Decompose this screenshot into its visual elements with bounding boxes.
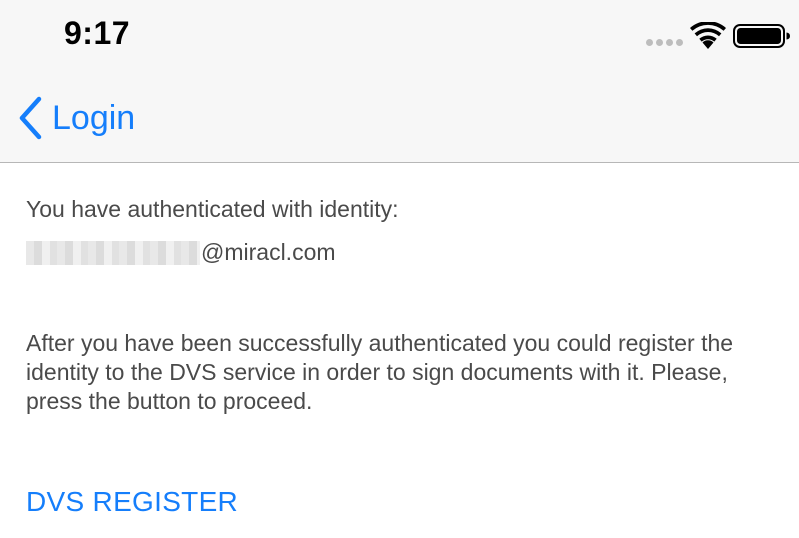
signal-dots-icon — [646, 39, 683, 46]
identity-row: @miracl.com — [26, 239, 336, 266]
status-bar: 9:17 — [0, 0, 799, 74]
identity-redacted — [26, 240, 200, 265]
navigation-bar: Login — [0, 74, 799, 163]
wifi-icon — [690, 22, 726, 49]
chevron-left-icon — [19, 96, 42, 140]
status-time: 9:17 — [64, 15, 131, 51]
dvs-register-button[interactable]: DVS REGISTER — [26, 486, 238, 518]
identity-domain: @miracl.com — [201, 239, 336, 265]
back-button[interactable]: Login — [17, 96, 135, 140]
back-button-label: Login — [52, 99, 136, 137]
battery-icon — [733, 24, 790, 48]
description-text: After you have been successfully authent… — [26, 330, 734, 414]
auth-heading: You have authenticated with identity: — [26, 196, 399, 222]
